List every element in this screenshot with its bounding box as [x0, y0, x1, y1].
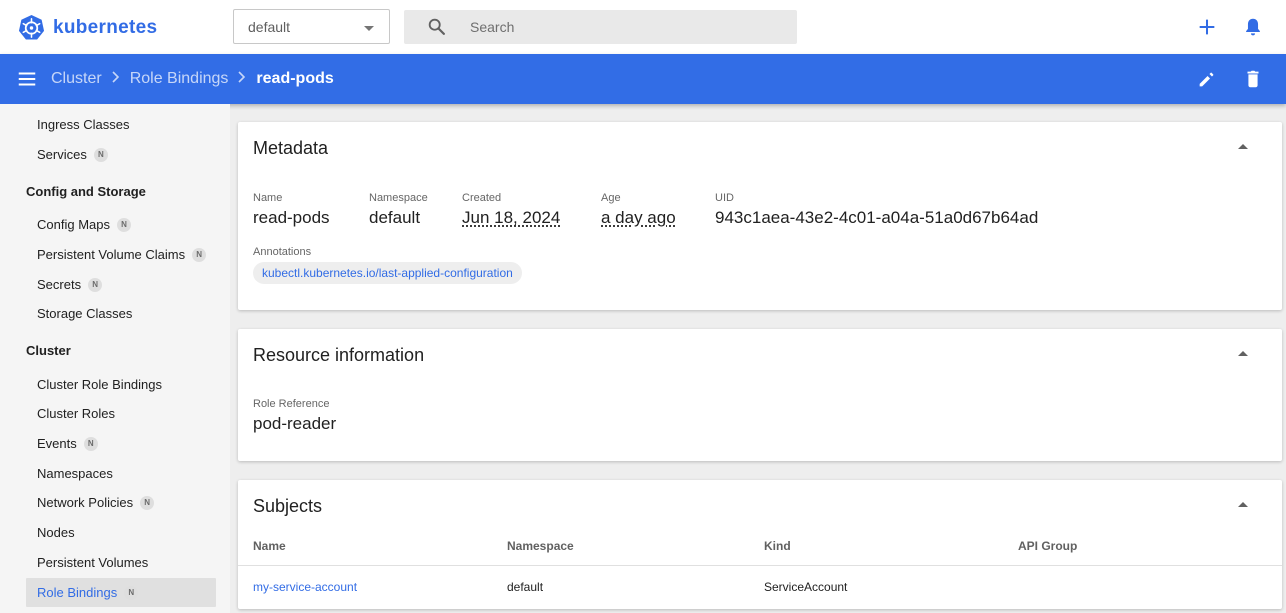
- column-header-name[interactable]: Name: [253, 539, 286, 553]
- column-header-api-group[interactable]: API Group: [1018, 539, 1077, 553]
- sidebar-item-ingress-classes[interactable]: Ingress Classes: [26, 110, 216, 139]
- field-value[interactable]: a day ago: [601, 208, 676, 228]
- sidebar-item-network-policies[interactable]: Network Policies N: [26, 488, 216, 517]
- column-header-namespace[interactable]: Namespace: [507, 539, 574, 553]
- annotation-chip[interactable]: kubectl.kubernetes.io/last-applied-confi…: [253, 262, 522, 284]
- metadata-card: Metadata Name read-pods Namespace defaul…: [238, 122, 1282, 310]
- logo[interactable]: kubernetes: [18, 14, 157, 41]
- sidebar: Ingress Classes Services N Config and St…: [0, 104, 230, 613]
- top-bar: kubernetes default: [0, 0, 1286, 54]
- page-header: Cluster Role Bindings read-pods: [0, 54, 1286, 104]
- subject-name-link[interactable]: my-service-account: [253, 580, 357, 594]
- sidebar-item-label: Storage Classes: [37, 306, 133, 321]
- resource-information-card: Resource information Role Reference pod-…: [238, 329, 1282, 461]
- breadcrumb-role-bindings[interactable]: Role Bindings: [130, 70, 229, 88]
- subject-namespace: default: [507, 580, 544, 594]
- sidebar-item-label: Config Maps: [37, 217, 110, 232]
- kubernetes-logo-icon: [18, 14, 45, 40]
- namespace-selector[interactable]: default: [233, 9, 390, 44]
- chevron-down-icon: [364, 26, 374, 31]
- field-label: Namespace: [369, 192, 428, 204]
- sidebar-item-label: Nodes: [37, 525, 75, 540]
- field-value: default: [369, 208, 421, 227]
- sidebar-item-label: Persistent Volumes: [37, 555, 149, 570]
- subjects-title: Subjects: [253, 496, 323, 516]
- sidebar-item-secrets[interactable]: Secrets N: [26, 270, 216, 299]
- field-label: Role Reference: [253, 398, 330, 410]
- sidebar-item-label: Ingress Classes: [37, 117, 130, 132]
- bell-icon[interactable]: [1242, 16, 1264, 38]
- search-icon: [428, 18, 445, 35]
- sidebar-item-nodes[interactable]: Nodes: [26, 518, 216, 547]
- collapse-icon[interactable]: [1238, 351, 1248, 356]
- sidebar-item-events[interactable]: Events N: [26, 429, 216, 458]
- chevron-right-icon: [111, 70, 121, 88]
- field-label: Age: [601, 192, 621, 204]
- sidebar-item-label: Persistent Volume Claims: [37, 247, 186, 262]
- sidebar-item-cluster-roles[interactable]: Cluster Roles: [26, 399, 216, 428]
- search-box[interactable]: [404, 10, 797, 44]
- column-header-kind[interactable]: Kind: [764, 539, 791, 553]
- sidebar-item-label: Events: [37, 436, 77, 451]
- app-title: kubernetes: [53, 16, 158, 38]
- namespace-value: default: [248, 19, 291, 35]
- sidebar-item-role-bindings[interactable]: Role Bindings N: [26, 578, 216, 607]
- sidebar-item-persistent-volume-claims[interactable]: Persistent Volume Claims N: [26, 240, 216, 269]
- sidebar-item-label: Network Policies: [37, 495, 134, 510]
- sidebar-item-label: Services: [37, 147, 87, 162]
- collapse-icon[interactable]: [1238, 144, 1248, 149]
- breadcrumb-current: read-pods: [256, 70, 334, 87]
- sidebar-item-persistent-volumes[interactable]: Persistent Volumes: [26, 548, 216, 577]
- subjects-card: Subjects Name Namespace Kind API Group m…: [238, 480, 1282, 609]
- field-value: read-pods: [253, 208, 330, 227]
- field-created: Created Jun 18, 2024: [462, 192, 560, 228]
- sidebar-category-config-storage: Config and Storage: [26, 184, 146, 199]
- sidebar-item-config-maps[interactable]: Config Maps N: [26, 210, 216, 239]
- collapse-icon[interactable]: [1238, 502, 1248, 507]
- field-role-reference: Role Reference pod-reader: [253, 398, 336, 434]
- breadcrumb: Cluster Role Bindings read-pods: [51, 70, 334, 88]
- field-value[interactable]: Jun 18, 2024: [462, 208, 560, 228]
- field-label: Name: [253, 192, 283, 204]
- field-label: Annotations: [253, 246, 312, 258]
- namespaced-badge: N: [116, 217, 131, 232]
- field-name: Name read-pods: [253, 192, 330, 228]
- breadcrumb-cluster[interactable]: Cluster: [51, 70, 102, 88]
- edit-icon[interactable]: [1196, 68, 1218, 90]
- field-label: Created: [462, 192, 502, 204]
- divider: [238, 565, 1282, 566]
- metadata-title: Metadata: [253, 138, 329, 158]
- chevron-right-icon: [237, 70, 247, 88]
- field-uid: UID 943c1aea-43e2-4c01-a04a-51a0d67b64ad: [715, 192, 1038, 228]
- field-value: 943c1aea-43e2-4c01-a04a-51a0d67b64ad: [715, 208, 1039, 227]
- namespaced-badge: N: [93, 147, 108, 162]
- sidebar-category-cluster: Cluster: [26, 343, 71, 358]
- field-label: UID: [715, 192, 734, 204]
- sidebar-item-namespaces[interactable]: Namespaces: [26, 459, 216, 488]
- sidebar-item-label: Role Bindings: [37, 585, 118, 600]
- sidebar-item-label: Cluster Role Bindings: [37, 377, 163, 392]
- subject-kind: ServiceAccount: [764, 580, 848, 594]
- field-age: Age a day ago: [601, 192, 676, 228]
- namespaced-badge: N: [88, 277, 103, 292]
- sidebar-item-label: Cluster Roles: [37, 406, 116, 421]
- sidebar-item-storage-classes[interactable]: Storage Classes: [26, 299, 216, 328]
- sidebar-item-services[interactable]: Services N: [26, 140, 216, 169]
- namespaced-badge: N: [83, 436, 98, 451]
- plus-icon[interactable]: [1196, 16, 1218, 38]
- resource-information-title: Resource information: [253, 345, 425, 365]
- sidebar-item-cluster-role-bindings[interactable]: Cluster Role Bindings: [26, 370, 216, 399]
- namespaced-badge: N: [124, 585, 139, 600]
- field-annotations: Annotations: [253, 246, 311, 258]
- role-reference-link[interactable]: pod-reader: [253, 414, 336, 434]
- search-input[interactable]: [470, 16, 770, 38]
- delete-icon[interactable]: [1242, 68, 1264, 90]
- sidebar-item-label: Namespaces: [37, 466, 113, 481]
- sidebar-item-label: Secrets: [37, 277, 82, 292]
- field-namespace: Namespace default: [369, 192, 428, 228]
- namespaced-badge: N: [140, 495, 155, 510]
- menu-icon[interactable]: [16, 68, 38, 90]
- namespaced-badge: N: [192, 247, 207, 262]
